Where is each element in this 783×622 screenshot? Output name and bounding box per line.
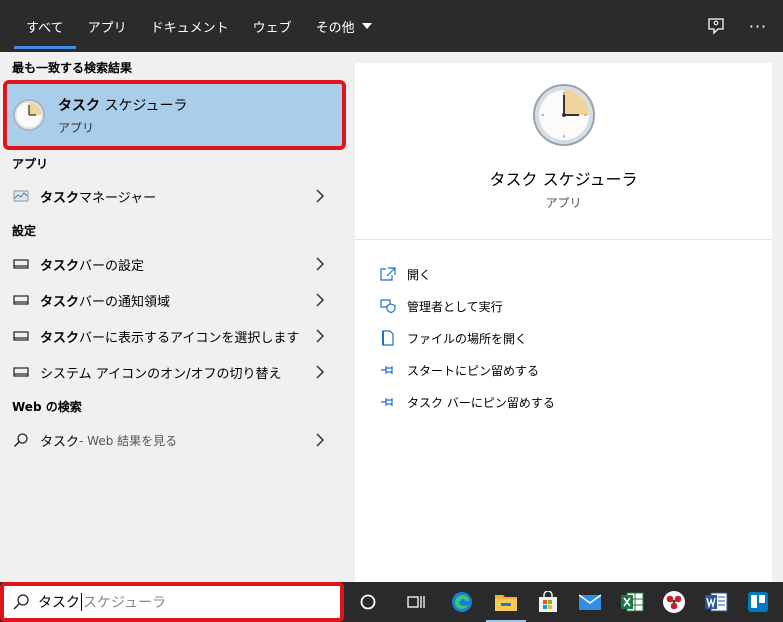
action-label: 管理者として実行: [407, 299, 503, 314]
file-location-icon: [379, 330, 397, 346]
item-bold: タスク: [40, 258, 80, 274]
taskbar-icon: [12, 365, 30, 379]
preview-pane: タスク スケジューラ アプリ 開く 管理者として実行 ファイルの場所を開く スタ…: [355, 63, 772, 582]
cortana-icon[interactable]: [354, 588, 382, 616]
taskbar: タスク スケジューラ: [0, 582, 783, 622]
action-label: スタートにピン留めする: [407, 363, 540, 378]
edge-icon[interactable]: [448, 588, 476, 616]
list-item-taskbar-notification-area[interactable]: タスク バーの通知領域: [0, 282, 343, 318]
pin-icon: [379, 362, 397, 378]
excel-icon[interactable]: [618, 588, 646, 616]
best-match-name-bold: タスク: [58, 97, 100, 114]
action-label: ファイルの場所を開く: [407, 331, 528, 346]
results-pane: 最も一致する検索結果 タスク スケジューラ アプリ アプリ タスク マネージャー…: [0, 52, 346, 582]
tab-all[interactable]: すべて: [14, 0, 76, 52]
tab-web[interactable]: ウェブ: [241, 0, 304, 52]
clock-icon: [13, 99, 45, 131]
search-typed-text: タスク: [38, 595, 80, 611]
search-icon: [12, 433, 30, 448]
preview-subtitle: アプリ: [545, 196, 582, 210]
chevron-right-icon[interactable]: [315, 292, 325, 308]
chevron-down-icon: [361, 23, 372, 29]
chevron-right-icon[interactable]: [315, 256, 325, 272]
item-bold: タスク: [40, 330, 80, 346]
tab-label: アプリ: [87, 20, 127, 36]
action-pin-to-start[interactable]: スタートにピン留めする: [355, 354, 772, 386]
item-rest: バーに表示するアイコンを選択します: [79, 330, 300, 346]
search-suggestion: スケジューラ: [83, 595, 167, 611]
item-rest: マネージャー: [79, 190, 157, 206]
action-open-file-location[interactable]: ファイルの場所を開く: [355, 322, 772, 354]
preview-title: タスク スケジューラ: [489, 170, 638, 189]
best-match-item[interactable]: タスク スケジューラ アプリ: [3, 80, 346, 150]
word-icon[interactable]: [702, 588, 730, 616]
settings-header: 設定: [12, 223, 37, 238]
chevron-right-icon[interactable]: [315, 432, 325, 448]
apps-header: アプリ: [12, 156, 49, 171]
list-item-task-manager[interactable]: タスク マネージャー: [0, 178, 343, 214]
list-item-taskbar-icons-select[interactable]: タスク バーに表示するアイコンを選択します: [0, 318, 343, 354]
web-search-header: Web の検索: [12, 399, 82, 414]
item-rest: システム アイコンのオン/オフの切り替え: [40, 366, 282, 382]
best-match-name-rest: スケジューラ: [100, 97, 188, 114]
tab-label: すべて: [26, 20, 64, 36]
mail-icon[interactable]: [576, 588, 604, 616]
clock-icon: [533, 84, 595, 146]
taskbar-icon: [12, 329, 30, 343]
task-view-icon[interactable]: [402, 588, 430, 616]
best-match-header: 最も一致する検索結果: [12, 60, 133, 75]
preview-header: タスク スケジューラ アプリ: [355, 63, 772, 240]
action-run-as-admin[interactable]: 管理者として実行: [355, 290, 772, 322]
best-match-title: タスク スケジューラ: [58, 95, 187, 115]
store-icon[interactable]: [534, 588, 562, 616]
pin-icon: [379, 394, 397, 410]
tab-documents[interactable]: ドキュメント: [139, 0, 241, 52]
item-bold: タスク: [40, 294, 80, 310]
item-bold: タスク: [40, 190, 80, 206]
search-input[interactable]: タスク スケジューラ: [4, 585, 341, 619]
list-item-web-search[interactable]: タスク - Web 結果を見る: [0, 422, 343, 458]
preview-actions: 開く 管理者として実行 ファイルの場所を開く スタートにピン留めする タスク バ…: [355, 240, 772, 418]
action-pin-to-taskbar[interactable]: タスク バーにピン留めする: [355, 386, 772, 418]
action-label: 開く: [407, 267, 432, 282]
feedback-icon[interactable]: [705, 15, 727, 37]
chevron-right-icon[interactable]: [315, 328, 325, 344]
tab-label: ウェブ: [252, 20, 292, 36]
tab-apps[interactable]: アプリ: [76, 0, 139, 52]
shield-icon: [379, 298, 397, 314]
list-item-taskbar-settings[interactable]: タスク バーの設定: [0, 246, 343, 282]
tab-label: ドキュメント: [150, 20, 229, 36]
open-icon: [379, 266, 397, 282]
chevron-right-icon[interactable]: [315, 364, 325, 380]
item-rest: バーの通知領域: [79, 294, 171, 310]
trello-icon[interactable]: [744, 588, 772, 616]
list-item-system-icons-toggle[interactable]: システム アイコンのオン/オフの切り替え: [0, 354, 343, 390]
search-icon: [13, 594, 29, 610]
app-icon[interactable]: [660, 588, 688, 616]
more-icon[interactable]: ···: [747, 15, 769, 37]
file-explorer-icon[interactable]: [486, 588, 526, 622]
best-match-type: アプリ: [58, 120, 95, 135]
tab-more[interactable]: その他: [304, 0, 384, 52]
action-label: タスク バーにピン留めする: [407, 395, 555, 410]
item-rest: バーの設定: [79, 258, 145, 274]
text-cursor: [81, 593, 82, 611]
search-filter-bar: すべて アプリ ドキュメント ウェブ その他 ···: [0, 0, 783, 52]
web-query: タスク: [40, 434, 80, 450]
web-suffix: - Web 結果を見る: [79, 433, 178, 448]
tab-label: その他: [315, 20, 355, 36]
chevron-right-icon[interactable]: [315, 188, 325, 204]
task-manager-icon: [12, 189, 30, 203]
action-open[interactable]: 開く: [355, 258, 772, 290]
taskbar-icon: [12, 293, 30, 307]
taskbar-icon: [12, 257, 30, 271]
